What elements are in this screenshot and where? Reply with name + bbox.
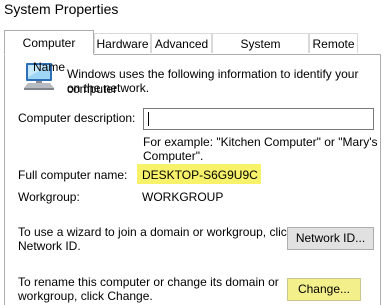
intro-text-line2: on the network. [67,81,150,95]
tab-system-protection[interactable]: System Protection [212,33,309,71]
change-text-line2: workgroup, click Change. [18,289,153,303]
workgroup-label: Workgroup: [18,190,80,204]
full-computer-name-label: Full computer name: [18,168,128,182]
computer-description-input[interactable] [143,108,374,130]
network-id-button[interactable]: Network ID... [287,227,374,250]
text-caret [148,112,149,126]
change-button-label: Change... [297,282,351,296]
network-id-text-line2: Network ID. [18,239,81,253]
network-id-text-line1: To use a wizard to join a domain or work… [18,225,293,239]
description-example-line1: For example: "Kitchen Computer" or "Mary… [143,135,378,149]
tab-remote[interactable]: Remote [309,33,358,53]
change-button[interactable]: Change... [287,278,361,301]
network-id-button-label: Network ID... [295,231,366,245]
tab-strip: Computer Name Hardware Advanced System P… [0,28,384,74]
change-text-line1: To rename this computer or change its do… [18,275,279,289]
title-bar: System Properties [0,0,384,28]
full-computer-name-value: DESKTOP-S6G9U9C [142,168,258,182]
workgroup-value: WORKGROUP [142,190,224,204]
tab-advanced[interactable]: Advanced [151,33,212,53]
window-title: System Properties [4,1,119,17]
description-example-line2: Computer". [143,149,204,163]
computer-description-label: Computer description: [18,111,136,125]
tab-computer-name[interactable]: Computer Name [4,30,94,74]
tab-hardware[interactable]: Hardware [94,33,151,53]
